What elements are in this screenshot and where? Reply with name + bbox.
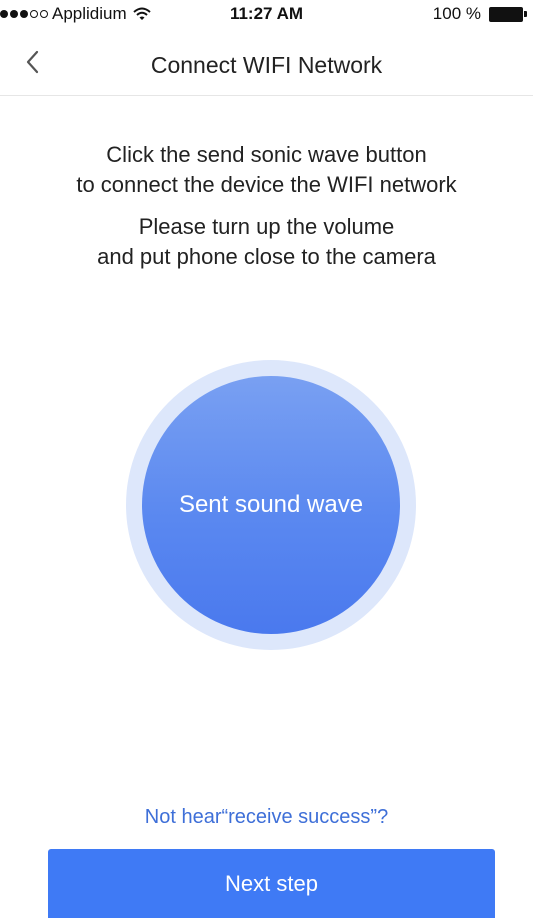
battery-icon: [489, 6, 527, 22]
instruction-line: and put phone close to the camera: [97, 244, 436, 269]
battery-percent: 100 %: [432, 4, 481, 23]
next-step-label: Next step: [225, 870, 318, 896]
instruction-line: Please turn up the volume: [138, 214, 395, 239]
instruction-line: to connect the device the WIFI network: [76, 172, 457, 197]
send-sound-wave-label: Sent sound wave: [178, 491, 364, 518]
status-bar: Applidium 11:27 AM 100 %: [0, 0, 533, 28]
next-step-button[interactable]: Next step: [48, 849, 495, 918]
instruction-block-connect: Click the send sonic wave button to conn…: [0, 140, 533, 200]
send-sound-wave-button[interactable]: Sent sound wave: [142, 376, 400, 634]
not-hear-success-link[interactable]: Not hear“receive success”?: [0, 806, 533, 829]
instruction-block-volume: Please turn up the volume and put phone …: [0, 212, 533, 272]
page-title: Connect WIFI Network: [150, 52, 383, 78]
nav-bar: Connect WIFI Network: [0, 28, 533, 96]
screen: Applidium 11:27 AM 100 % Connect WIFI Ne…: [0, 0, 533, 918]
status-right: 100 %: [433, 4, 527, 24]
instruction-line: Click the send sonic wave button: [106, 142, 427, 167]
instructions: Click the send sonic wave button to conn…: [0, 140, 533, 272]
